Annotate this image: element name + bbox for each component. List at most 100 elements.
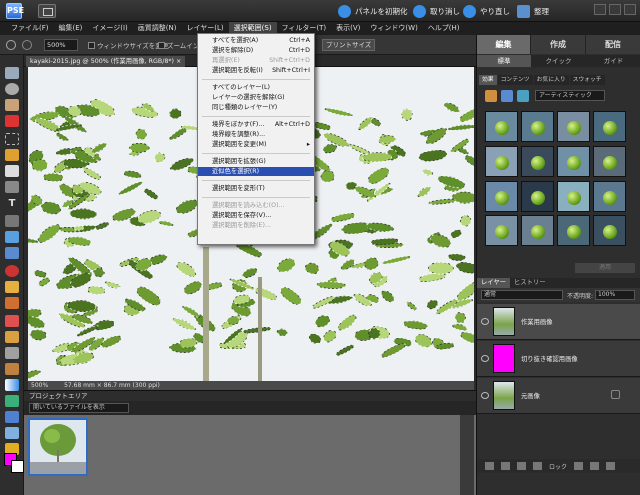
select-menu-item[interactable]: 近似色を選択(R) [198,167,314,176]
status-zoom[interactable]: 500% [28,382,48,389]
zoom-tool-icon[interactable] [5,83,19,95]
gradient-icon[interactable] [5,379,19,391]
healing-brush-icon[interactable] [5,281,19,293]
effect-thumbnail[interactable] [521,111,554,142]
menu-view[interactable]: 表示(V) [331,22,365,35]
effect-thumbnail[interactable] [557,111,590,142]
new-layer-icon[interactable] [485,462,494,470]
select-menu-item[interactable]: 境界をぼかす(F)... Alt+Ctrl+D [198,120,314,129]
effect-thumbnail[interactable] [485,180,518,212]
minimize-button[interactable] [594,4,606,15]
filters-icon[interactable] [485,90,497,102]
resize-window-checkbox[interactable]: ウィンドウサイズを変更 [88,40,168,50]
smart-brush-icon[interactable] [5,347,19,359]
paint-bucket-icon[interactable] [5,363,19,375]
eraser-icon[interactable] [5,315,19,327]
new-fill-layer-icon[interactable] [501,462,510,470]
cookie-cutter-icon[interactable] [5,231,19,243]
effect-thumbnail[interactable] [521,180,554,212]
layer-row[interactable]: 作業用画像 [477,304,640,340]
tab-share[interactable]: 配信 [586,35,640,54]
hand-tool-icon[interactable] [5,99,19,111]
blend-mode-select[interactable]: 通常 [481,290,563,300]
tab-edit[interactable]: 編集 [477,35,531,54]
effect-thumbnail[interactable] [485,215,518,247]
select-menu-item[interactable]: 選択範囲を反転(I) Shift+Ctrl+I [198,66,314,75]
adjustment-layer-icon[interactable] [517,462,526,470]
selection-brush-icon[interactable] [5,181,19,193]
project-bin-thumbnail[interactable] [28,418,88,476]
effect-thumbnail[interactable] [593,111,626,142]
menu-edit[interactable]: 編集(E) [54,22,88,35]
zoom-out-icon[interactable] [22,40,32,50]
select-menu-item[interactable]: 同じ種類のレイヤー(Y) [198,103,314,112]
menu-image[interactable]: イメージ(I) [87,22,132,35]
effect-thumbnail[interactable] [485,145,518,177]
tab-effects[interactable]: 効果 [479,75,497,85]
effect-thumbnail[interactable] [593,145,626,177]
magic-wand-icon[interactable] [5,165,19,177]
select-menu-item[interactable]: 選択範囲を読み込む(O)... [198,201,314,210]
print-size-button[interactable]: プリントサイズ [322,39,376,51]
layer-row[interactable]: 元画像 [477,378,640,414]
apply-effect-button[interactable]: 適用 [575,263,635,273]
tab-history[interactable]: ヒストリー [510,278,549,288]
type-tool-icon[interactable]: T [5,198,19,210]
visibility-eye-icon[interactable] [481,392,489,399]
clone-stamp-icon[interactable] [5,297,19,309]
mask-icon[interactable] [533,462,542,470]
organize-button[interactable]: 整理 [517,4,549,18]
effect-thumbnail[interactable] [557,180,590,212]
visibility-eye-icon[interactable] [481,355,489,362]
tab-content[interactable]: コンテンツ [497,75,533,85]
effects-category-select[interactable]: アーティスティック [535,90,605,101]
select-menu-item[interactable]: 選択範囲を保存(V)... [198,211,314,220]
red-eye-icon[interactable] [5,265,19,277]
select-menu-item[interactable]: 選択範囲を削除(E)... [198,221,314,230]
select-menu-item[interactable]: 境界線を調整(R)... [198,130,314,139]
undo-button[interactable]: 取り消し [413,4,460,18]
effect-thumbnail[interactable] [521,145,554,177]
straighten-icon[interactable] [5,247,19,259]
delete-layer-icon[interactable] [606,462,616,470]
blur-tool-icon[interactable] [5,411,19,423]
layer-row[interactable]: 切り抜き確認用画像 [477,341,640,377]
document-tab[interactable]: kayaki-2015.jpg @ 500% (作業用画像, RGB/8*) × [26,56,186,67]
layer-styles-icon[interactable] [501,90,513,102]
effect-thumbnail[interactable] [485,111,518,142]
redo-button[interactable]: やり直し [463,4,510,18]
effect-thumbnail[interactable] [593,215,626,247]
select-menu-item[interactable]: 再選択(E) Shift+Ctrl+D [198,56,314,65]
background-color-swatch[interactable] [11,460,24,473]
photo-effects-icon[interactable] [517,90,529,102]
select-menu-item[interactable]: 選択を解除(D) Ctrl+D [198,46,314,55]
project-bin-select[interactable]: 開いているファイルを表示 [29,403,129,413]
visibility-eye-icon[interactable] [481,318,489,325]
crop-tool-icon[interactable] [5,215,19,227]
tab-create[interactable]: 作成 [531,35,586,54]
lasso-tool-icon[interactable] [5,149,19,161]
select-menu-item[interactable]: すべてのレイヤー(L) [198,83,314,92]
sponge-tool-icon[interactable] [5,427,19,439]
reset-panels-button[interactable]: パネルを初期化 [338,4,408,18]
project-bin-scrollbar[interactable] [460,415,474,495]
brush-icon[interactable] [5,331,19,343]
opacity-field[interactable]: 100% [595,290,635,300]
tab-favorites[interactable]: お気に入り [533,75,569,85]
select-menu-item[interactable]: 選択範囲を変更(M) ▸ [198,140,314,149]
tab-full-edit[interactable]: 標準 [477,55,531,67]
eyedropper-icon[interactable] [5,115,19,127]
menu-file[interactable]: ファイル(F) [6,22,54,35]
menu-enhance[interactable]: 画質調整(N) [133,22,182,35]
maximize-button[interactable] [609,4,621,15]
close-window-button[interactable] [624,4,636,15]
marquee-tool-icon[interactable] [5,133,19,145]
select-menu-item[interactable]: 選択範囲を変形(T) [198,184,314,193]
lock-transparent-icon[interactable] [574,462,584,470]
shape-tool-icon[interactable] [5,395,19,407]
tab-guided-edit[interactable]: ガイド [586,55,640,67]
menu-help[interactable]: ヘルプ(H) [423,22,465,35]
lock-all-icon[interactable] [590,462,600,470]
move-tool-icon[interactable] [5,67,19,79]
select-menu-item[interactable]: 選択範囲を拡張(G) [198,157,314,166]
